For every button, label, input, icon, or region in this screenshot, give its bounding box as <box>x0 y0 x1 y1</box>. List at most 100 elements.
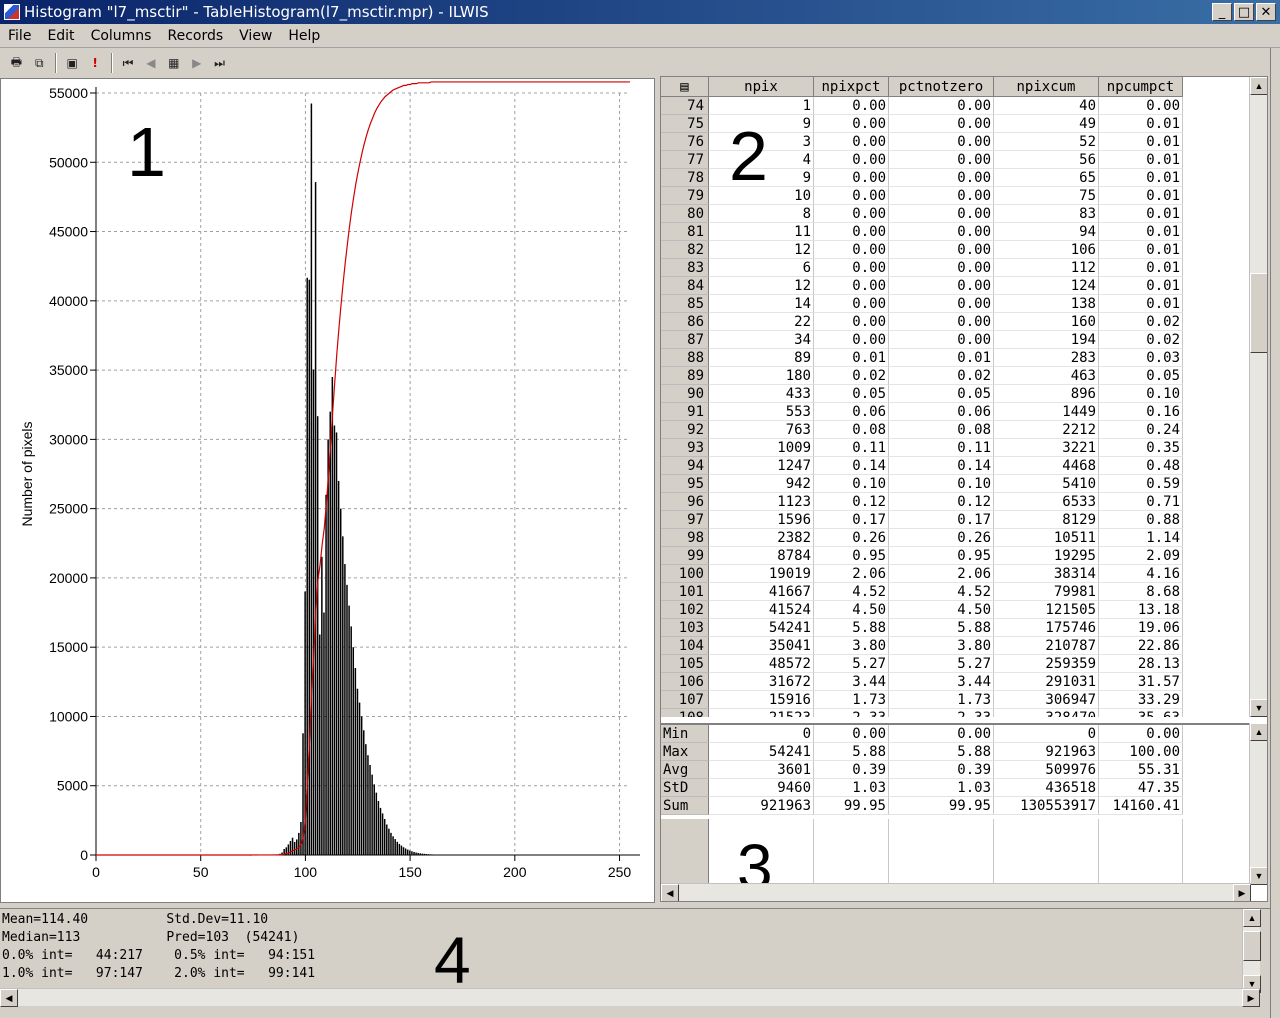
table-cell[interactable]: 0.00 <box>889 223 994 241</box>
table-cell[interactable]: 194 <box>994 331 1099 349</box>
menu-help[interactable]: Help <box>280 28 328 44</box>
table-cell[interactable]: 75 <box>994 187 1099 205</box>
table-cell[interactable]: 106 <box>994 241 1099 259</box>
row-header[interactable]: 81 <box>661 223 709 241</box>
row-header[interactable]: 108 <box>661 709 709 717</box>
table-cell[interactable]: 0.01 <box>889 349 994 367</box>
table-cell[interactable]: 0.00 <box>889 331 994 349</box>
row-header[interactable]: 87 <box>661 331 709 349</box>
table-row[interactable]: 87 34 0.00 0.00 194 0.02 <box>661 331 1251 349</box>
table-cell[interactable]: 22.86 <box>1099 637 1183 655</box>
table-cell[interactable]: 1123 <box>709 493 814 511</box>
row-header[interactable]: 76 <box>661 133 709 151</box>
stats-vertical-scrollbar[interactable]: ▲ ▼ <box>1249 723 1267 885</box>
table-cell[interactable]: 89 <box>709 349 814 367</box>
table-cell[interactable]: 4.50 <box>814 601 889 619</box>
table-cell[interactable]: 40 <box>994 97 1099 115</box>
table-cell[interactable]: 0.88 <box>1099 511 1183 529</box>
table-cell[interactable]: 48572 <box>709 655 814 673</box>
table-cell[interactable]: 306947 <box>994 691 1099 709</box>
table-cell[interactable]: 0.03 <box>1099 349 1183 367</box>
table-cell[interactable]: 83 <box>994 205 1099 223</box>
table-cell[interactable]: 0.01 <box>1099 241 1183 259</box>
table-cell[interactable]: 28.13 <box>1099 655 1183 673</box>
row-header[interactable]: 107 <box>661 691 709 709</box>
table-cell[interactable]: 4.52 <box>814 583 889 601</box>
table-cell[interactable]: 2212 <box>994 421 1099 439</box>
menu-columns[interactable]: Columns <box>83 28 160 44</box>
table-row[interactable]: 91 553 0.06 0.06 1449 0.16 <box>661 403 1251 421</box>
table-cell[interactable]: 0.11 <box>814 439 889 457</box>
row-header[interactable]: 79 <box>661 187 709 205</box>
table-cell[interactable]: 79981 <box>994 583 1099 601</box>
row-header[interactable]: 104 <box>661 637 709 655</box>
table-cell[interactable]: 0.00 <box>889 313 994 331</box>
table-row[interactable]: 103 54241 5.88 5.88 175746 19.06 <box>661 619 1251 637</box>
table-cell[interactable]: 19019 <box>709 565 814 583</box>
table-cell[interactable]: 0.00 <box>889 241 994 259</box>
table-cell[interactable]: 8129 <box>994 511 1099 529</box>
column-header-npix[interactable]: npix <box>709 77 814 97</box>
table-cell[interactable]: 0.00 <box>814 277 889 295</box>
table-cell[interactable]: 0.02 <box>889 367 994 385</box>
row-header[interactable]: 80 <box>661 205 709 223</box>
table-cell[interactable]: 94 <box>994 223 1099 241</box>
table-cell[interactable]: 0.00 <box>814 205 889 223</box>
table-row[interactable]: 105 48572 5.27 5.27 259359 28.13 <box>661 655 1251 673</box>
table-cell[interactable]: 5410 <box>994 475 1099 493</box>
table-cell[interactable]: 433 <box>709 385 814 403</box>
table-cell[interactable]: 4468 <box>994 457 1099 475</box>
row-header[interactable]: 100 <box>661 565 709 583</box>
table-row[interactable]: 102 41524 4.50 4.50 121505 13.18 <box>661 601 1251 619</box>
table-row[interactable]: 90 433 0.05 0.05 896 0.10 <box>661 385 1251 403</box>
table-row[interactable]: 107 15916 1.73 1.73 306947 33.29 <box>661 691 1251 709</box>
table-cell[interactable]: 0.24 <box>1099 421 1183 439</box>
table-row[interactable]: 93 1009 0.11 0.11 3221 0.35 <box>661 439 1251 457</box>
table-cell[interactable]: 0.16 <box>1099 403 1183 421</box>
table-cell[interactable]: 0.05 <box>889 385 994 403</box>
table-cell[interactable]: 3.44 <box>814 673 889 691</box>
column-header-npixpct[interactable]: npixpct <box>814 77 889 97</box>
table-cell[interactable]: 0.02 <box>814 367 889 385</box>
row-header[interactable]: 77 <box>661 151 709 169</box>
table-horizontal-scrollbar[interactable]: ◀ ▶ <box>661 883 1251 901</box>
table-cell[interactable]: 6 <box>709 259 814 277</box>
table-cell[interactable]: 0.01 <box>1099 169 1183 187</box>
table-row[interactable]: 80 8 0.00 0.00 83 0.01 <box>661 205 1251 223</box>
table-row[interactable]: 81 11 0.00 0.00 94 0.01 <box>661 223 1251 241</box>
table-cell[interactable]: 22 <box>709 313 814 331</box>
table-cell[interactable]: 12 <box>709 241 814 259</box>
scroll-left-button[interactable]: ◀ <box>661 884 679 901</box>
table-cell[interactable]: 2.33 <box>889 709 994 717</box>
table-cell[interactable]: 1.14 <box>1099 529 1183 547</box>
table-cell[interactable]: 942 <box>709 475 814 493</box>
table-cell[interactable]: 0.10 <box>1099 385 1183 403</box>
row-header[interactable]: 88 <box>661 349 709 367</box>
table-cell[interactable]: 11 <box>709 223 814 241</box>
table-cell[interactable]: 0.01 <box>1099 115 1183 133</box>
table-cell[interactable]: 56 <box>994 151 1099 169</box>
row-header[interactable]: 102 <box>661 601 709 619</box>
table-cell[interactable]: 2.06 <box>814 565 889 583</box>
table-cell[interactable]: 0.00 <box>814 331 889 349</box>
table-row[interactable]: 89 180 0.02 0.02 463 0.05 <box>661 367 1251 385</box>
table-row[interactable]: 100 19019 2.06 2.06 38314 4.16 <box>661 565 1251 583</box>
table-cell[interactable]: 0.10 <box>889 475 994 493</box>
table-cell[interactable]: 0.71 <box>1099 493 1183 511</box>
row-header[interactable]: 85 <box>661 295 709 313</box>
table-cell[interactable]: 12 <box>709 277 814 295</box>
table-row[interactable]: 83 6 0.00 0.00 112 0.01 <box>661 259 1251 277</box>
table-cell[interactable]: 328470 <box>994 709 1099 717</box>
table-cell[interactable]: 54241 <box>709 619 814 637</box>
table-cell[interactable]: 0.00 <box>814 187 889 205</box>
row-header[interactable]: 86 <box>661 313 709 331</box>
table-cell[interactable]: 4.50 <box>889 601 994 619</box>
scroll-up-button[interactable]: ▲ <box>1250 723 1267 741</box>
table-cell[interactable]: 19295 <box>994 547 1099 565</box>
table-cell[interactable]: 0.10 <box>814 475 889 493</box>
table-cell[interactable]: 21523 <box>709 709 814 717</box>
row-header[interactable]: 96 <box>661 493 709 511</box>
table-cell[interactable]: 3.44 <box>889 673 994 691</box>
table-cell[interactable]: 0.00 <box>814 313 889 331</box>
table-cell[interactable]: 175746 <box>994 619 1099 637</box>
